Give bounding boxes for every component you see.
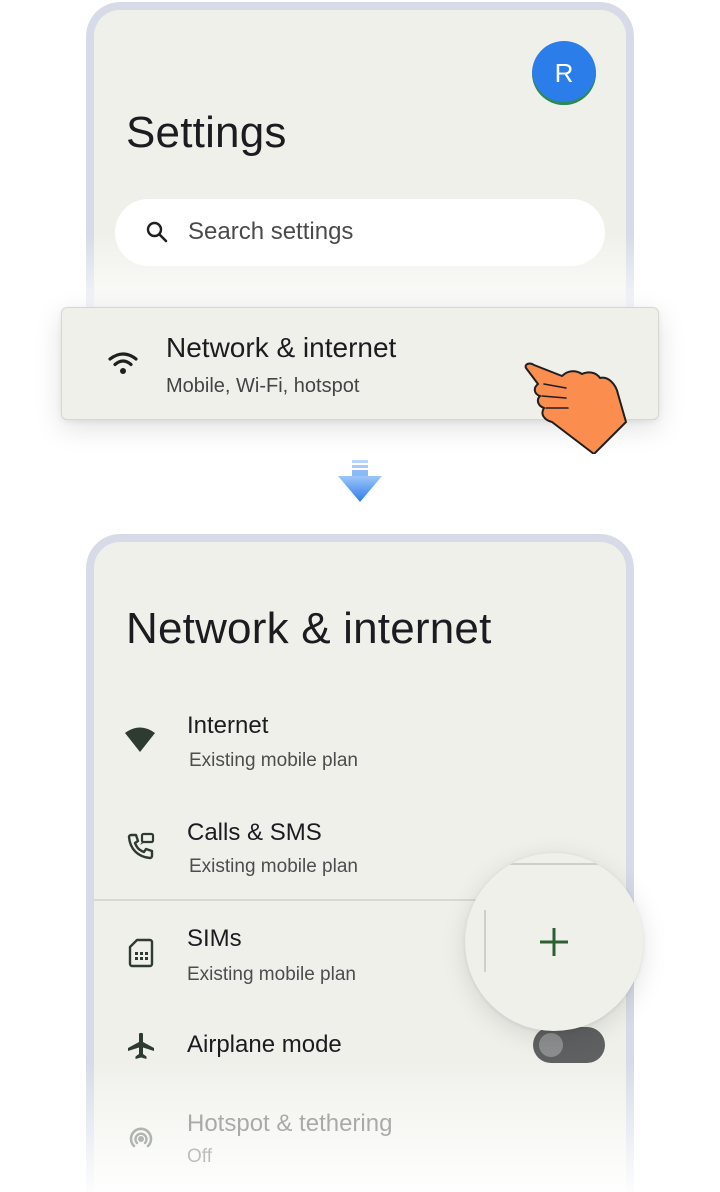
- airplane-mode-label: Airplane mode: [187, 1031, 342, 1058]
- hotspot-summary: Off: [187, 1146, 212, 1167]
- calls-sms-label: Calls & SMS: [187, 819, 322, 846]
- sim-card-icon: [128, 938, 154, 968]
- airplane-mode-toggle[interactable]: [533, 1027, 605, 1063]
- calls-sms-summary: Existing mobile plan: [189, 856, 358, 877]
- sims-summary: Existing mobile plan: [187, 964, 356, 985]
- toggle-knob: [539, 1033, 563, 1057]
- pointing-hand-icon: [524, 362, 627, 454]
- magnified-separator: [484, 910, 486, 972]
- sims-label: SIMs: [187, 925, 242, 952]
- hotspot-icon: [129, 1127, 153, 1148]
- internet-label: Internet: [187, 712, 269, 739]
- network-internet-summary: Mobile, Wi-Fi, hotspot: [166, 375, 360, 397]
- down-arrow-icon: [338, 460, 382, 502]
- internet-summary: Existing mobile plan: [189, 750, 358, 771]
- search-icon: [146, 221, 168, 243]
- search-input[interactable]: Search settings: [115, 199, 605, 266]
- page-title: Network & internet: [126, 604, 492, 653]
- network-internet-label: Network & internet: [166, 332, 397, 363]
- tutorial-illustration: R Settings Search settings Network & int…: [0, 0, 720, 1192]
- hotspot-label: Hotspot & tethering: [187, 1110, 393, 1137]
- magnifier-callout: [465, 853, 643, 1031]
- wifi-icon: [125, 727, 155, 752]
- phone-icon: [127, 832, 155, 860]
- avatar[interactable]: R: [532, 41, 596, 105]
- wifi-icon: [108, 352, 138, 374]
- search-placeholder: Search settings: [188, 218, 354, 245]
- page-title: Settings: [126, 108, 287, 157]
- airplane-icon: [128, 1032, 154, 1059]
- plus-icon[interactable]: [538, 926, 570, 958]
- magnified-divider: [510, 863, 630, 865]
